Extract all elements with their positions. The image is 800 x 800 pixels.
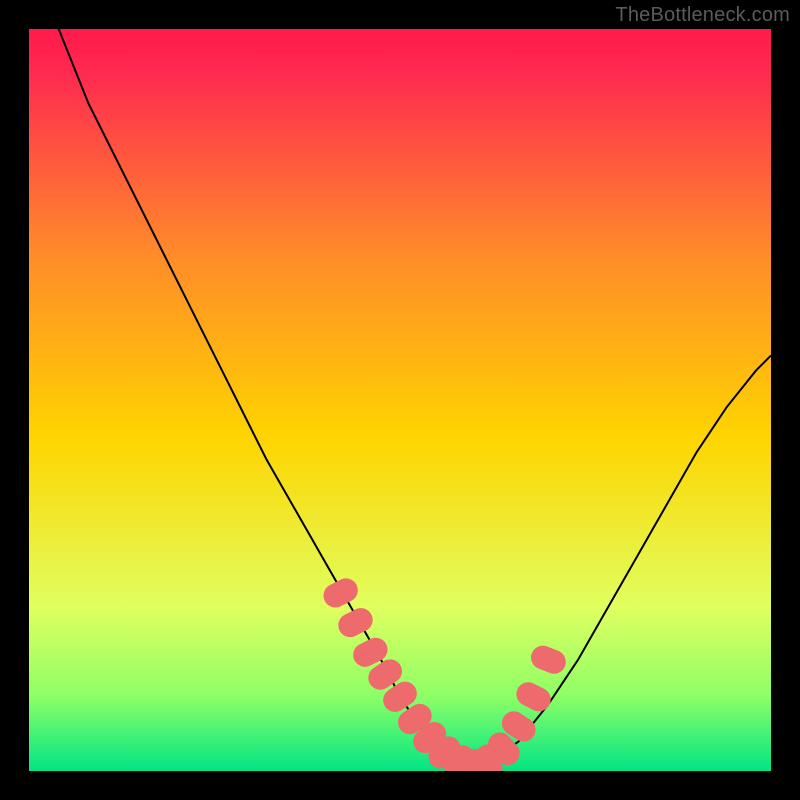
watermark-text: TheBottleneck.com xyxy=(615,4,790,27)
chart-frame: TheBottleneck.com xyxy=(0,0,800,800)
chart-background xyxy=(29,29,771,771)
chart-svg xyxy=(29,29,771,771)
chart-plot-area xyxy=(29,29,771,771)
